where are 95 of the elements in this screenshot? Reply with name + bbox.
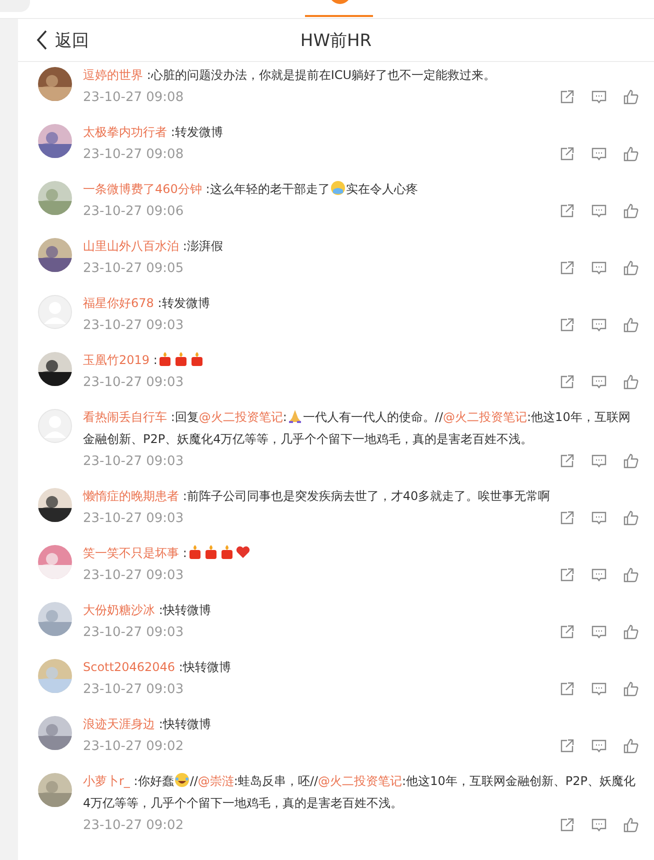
share-icon[interactable] [559,681,575,697]
like-icon[interactable] [623,510,639,526]
mention-link[interactable]: @火二投资笔记 [198,410,283,424]
user-name-link[interactable]: 一条微博费了460分钟 [83,182,202,196]
like-icon[interactable] [623,146,639,162]
user-name-link[interactable]: 懒惰症的晚期患者 [83,489,179,503]
comment-text: 浪迹天涯身边 :快转微博 [83,716,212,733]
crying-face-icon [330,180,346,196]
like-icon[interactable] [623,317,639,333]
comment-text: Scott20462046 :快转微博 [83,659,232,676]
like-icon[interactable] [623,738,639,754]
comment-icon[interactable] [591,817,607,833]
candle-icon [186,544,203,560]
comment-icon[interactable] [591,317,607,333]
comment-time: 23-10-27 09:03 [83,510,184,526]
like-icon[interactable] [623,260,639,276]
like-icon[interactable] [623,203,639,219]
user-name-link[interactable]: 大份奶糖沙冰 [83,603,155,617]
candle-icon [202,544,219,560]
comment-icon[interactable] [591,89,607,105]
comment-text: 大份奶糖沙冰 :快转微博 [83,602,212,619]
comment-text: 逗婷的世界 :心脏的问题没办法，你就是提前在ICU躺好了也不一定能救过来。 [83,67,497,84]
user-name-link[interactable]: 看热闹丢自行车 [83,410,167,424]
share-icon[interactable] [559,624,575,640]
comment-icon[interactable] [591,374,607,390]
user-name-link[interactable]: 玉凰竹2019 [83,353,150,367]
heart-icon [234,544,251,560]
comment-icon[interactable] [591,681,607,697]
comment-time: 23-10-27 09:05 [83,260,184,276]
comment-text: 一条微博费了460分钟 :这么年轻的老干部走了 实在令人心疼 [83,179,419,198]
laughing-face-icon [174,772,190,788]
user-name-link[interactable]: 山里山外八百水泊 [83,239,179,253]
comment-time: 23-10-27 09:03 [83,568,184,582]
mention-link[interactable]: @火二投资笔记 [443,410,528,424]
like-icon[interactable] [623,453,639,469]
like-icon[interactable] [623,89,639,105]
comment-text: 太极拳内功行者 :转发微博 [83,124,224,141]
user-name-link[interactable]: 福星你好678 [83,296,154,310]
comment-icon[interactable] [591,624,607,640]
like-icon[interactable] [623,374,639,390]
comment-icon[interactable] [591,567,607,583]
comment-text: 福星你好678 :转发微博 [83,295,211,312]
share-icon[interactable] [559,453,575,469]
share-icon[interactable] [559,260,575,276]
comment-time: 23-10-27 09:03 [83,682,184,696]
candle-icon [157,351,174,367]
user-name-link[interactable]: 小萝卜r_ [83,774,130,788]
share-icon[interactable] [559,738,575,754]
share-icon[interactable] [559,510,575,526]
mention-link[interactable]: @火二投资笔记 [318,774,402,788]
user-name-link[interactable]: 浪迹天涯身边 [83,717,155,731]
like-icon[interactable] [623,681,639,697]
comment-time: 23-10-27 09:03 [83,454,184,468]
comment-text: 小萝卜r_ :你好蠢 //@崇涟:蛙岛反串，呸//@火二投资笔记:他这10年，互联网金融创新、P2P、妖魔化4万亿等等，几乎个个留下一地鸡毛，真的是害老百姓不浅。 [83,771,636,812]
comment-time: 23-10-27 09:06 [83,204,184,218]
user-name-link[interactable]: Scott20462046 [83,660,176,674]
comment-text: 笑一笑不只是坏事 : [83,542,640,564]
candle-icon [218,544,235,560]
tab-indicator [305,15,373,17]
comment-icon[interactable] [591,738,607,754]
comment-time: 23-10-27 09:02 [83,818,184,832]
user-name-link[interactable]: 逗婷的世界 [83,68,143,82]
comment-icon[interactable] [591,453,607,469]
page-title: HW前HR [300,30,372,52]
comment-time: 23-10-27 09:03 [83,624,184,640]
comment-time: 23-10-27 09:03 [83,318,184,332]
user-name-link[interactable]: 笑一笑不只是坏事 [83,546,179,560]
share-icon[interactable] [559,817,575,833]
comment-time: 23-10-27 09:08 [83,90,184,104]
comment-icon[interactable] [591,510,607,526]
share-icon[interactable] [559,567,575,583]
comment-text: 懒惰症的晚期患者 :前阵子公司同事也是突发疾病去世了，才40多就走了。唉世事无常啊 [83,488,552,505]
like-icon[interactable] [623,624,639,640]
comment-time: 23-10-27 09:08 [83,146,184,162]
share-icon[interactable] [559,374,575,390]
comment-time: 23-10-27 09:02 [83,738,184,754]
comment-icon[interactable] [591,260,607,276]
share-icon[interactable] [559,89,575,105]
back-button[interactable]: 返回 [34,26,91,54]
share-icon[interactable] [559,203,575,219]
comment-icon[interactable] [591,203,607,219]
mention-link[interactable]: @崇涟 [198,774,234,788]
share-icon[interactable] [559,317,575,333]
like-icon[interactable] [623,567,639,583]
comment-text: 玉凰竹2019 : [83,349,640,371]
like-icon[interactable] [623,817,639,833]
user-name-link[interactable]: 太极拳内功行者 [83,125,167,139]
comment-icon[interactable] [591,146,607,162]
share-icon[interactable] [559,146,575,162]
comment-time: 23-10-27 09:03 [83,374,184,390]
comment-text: 看热闹丢自行车 :回复@火二投资笔记: 一代人有一代人的使命。//@火二投资笔记:他这10年，互联网金融创新、P2P、妖魔化4万亿等等，几乎个个留下一地鸡毛，真的是害老百姓不浅。 [83,407,632,448]
comment-text: 山里山外八百水泊 :澎湃假 [83,238,224,255]
candle-icon [173,351,190,367]
candle-icon [189,351,206,367]
back-icon [36,30,48,50]
